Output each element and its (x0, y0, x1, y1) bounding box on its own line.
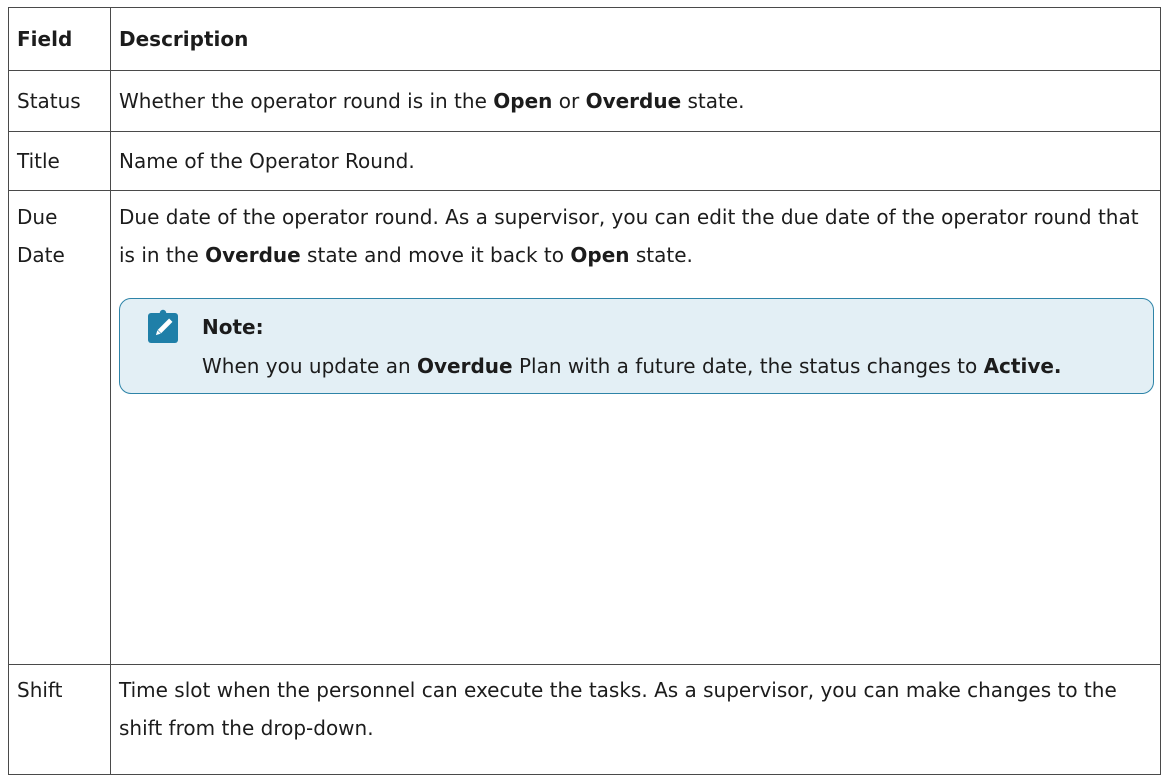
description-shift: Time slot when the personnel can execute… (110, 664, 1161, 775)
state-open: Open (570, 243, 630, 267)
table-row: Status Whether the operator round is in … (8, 70, 1161, 132)
desc-text: Whether the operator round is in the (119, 89, 494, 113)
header-description: Description (110, 7, 1161, 71)
note-state-active: Active. (983, 354, 1062, 378)
description-title: Name of the Operator Round. (110, 131, 1161, 191)
note-title: Note: (202, 315, 264, 339)
desc-text: or (552, 89, 586, 113)
fields-table: Field Description Status Whether the ope… (8, 7, 1161, 775)
table-row: Due Date Due date of the operator round.… (8, 190, 1161, 665)
desc-text: state. (681, 89, 745, 113)
field-title: Title (8, 131, 111, 191)
table-row: Shift Time slot when the personnel can e… (8, 664, 1161, 775)
due-date-text: Due date of the operator round. As a sup… (119, 198, 1152, 274)
note-pencil-icon (146, 309, 182, 345)
table-header-row: Field Description (8, 7, 1161, 71)
field-status: Status (8, 70, 111, 132)
note-state-overdue: Overdue (417, 354, 513, 378)
note-text: When you update an (202, 354, 418, 378)
header-field: Field (8, 7, 111, 71)
state-overdue: Overdue (205, 243, 301, 267)
state-overdue: Overdue (585, 89, 682, 113)
state-open: Open (493, 89, 553, 113)
desc-text: state. (629, 243, 693, 267)
description-status: Whether the operator round is in the Ope… (110, 70, 1161, 132)
note-header: Note: (146, 309, 1133, 345)
field-shift: Shift (8, 664, 111, 775)
field-due-date: Due Date (8, 190, 111, 665)
note-callout: Note: When you update an Overdue Plan wi… (119, 298, 1154, 394)
table-row: Title Name of the Operator Round. (8, 131, 1161, 191)
description-due-date: Due date of the operator round. As a sup… (110, 190, 1161, 665)
note-body: When you update an Overdue Plan with a f… (146, 347, 1133, 385)
note-text: Plan with a future date, the status chan… (512, 354, 984, 378)
desc-text: state and move it back to (300, 243, 571, 267)
